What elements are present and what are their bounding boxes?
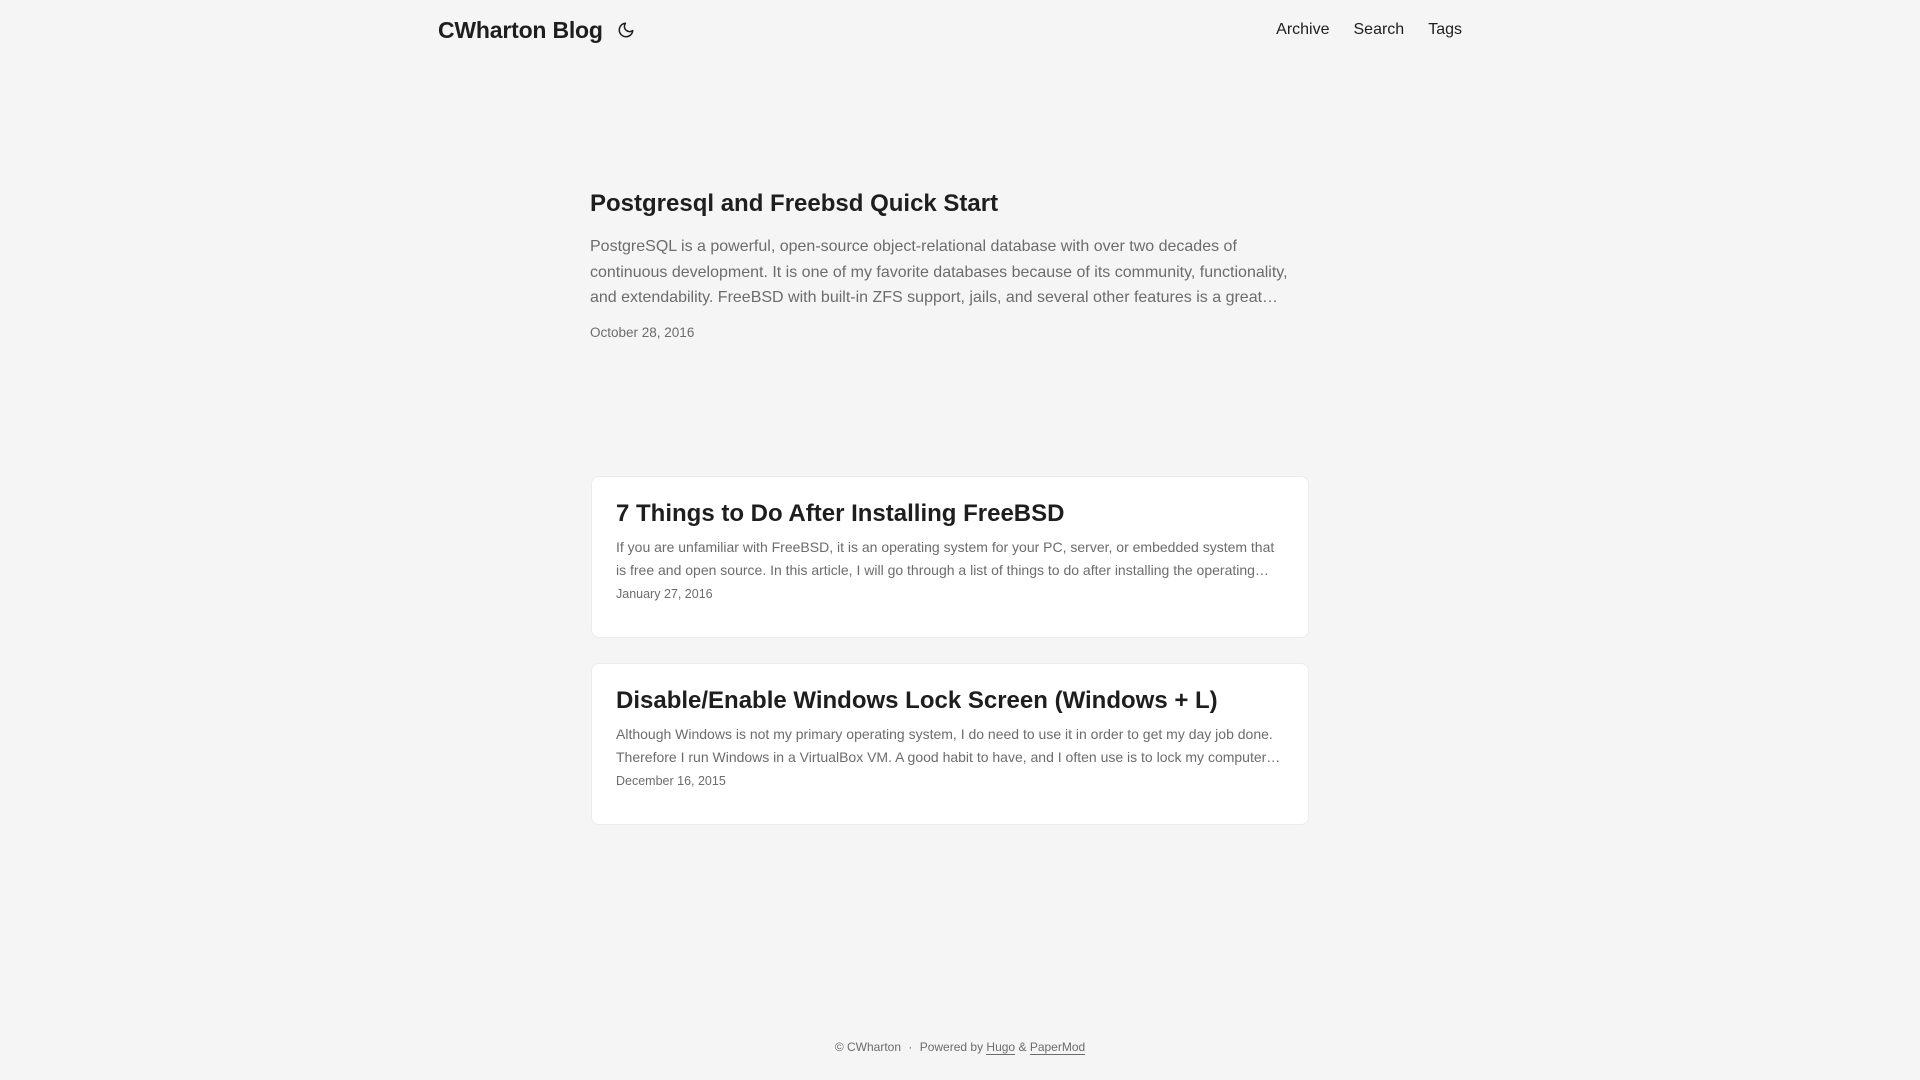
moon-icon[interactable] xyxy=(613,17,639,43)
post-summary: Although Windows is not my primary opera… xyxy=(616,726,1281,765)
first-entry-title[interactable]: Postgresql and Freebsd Quick Start xyxy=(590,186,1310,222)
post-date: December 16, 2015 xyxy=(616,774,726,788)
site-footer: © CWharton · Powered by Hugo & PaperMod xyxy=(0,1040,1920,1055)
first-entry-summary: PostgreSQL is a powerful, open-source ob… xyxy=(590,238,1288,306)
hugo-link[interactable]: Hugo xyxy=(986,1040,1016,1055)
menu-item-tags[interactable]: Tags xyxy=(1428,21,1462,39)
post-title[interactable]: 7 Things to Do After Installing FreeBSD xyxy=(616,499,1284,529)
footer-amp: & xyxy=(1018,1040,1027,1054)
first-entry[interactable]: Postgresql and Freebsd Quick Start Postg… xyxy=(590,186,1310,340)
logo-switches: CWharton Blog xyxy=(438,17,639,44)
post-title[interactable]: Disable/Enable Windows Lock Screen (Wind… xyxy=(616,686,1284,716)
papermod-link[interactable]: PaperMod xyxy=(1029,1040,1086,1055)
footer-copyright: © CWharton xyxy=(834,1040,902,1054)
main-menu: Archive Search Tags xyxy=(1276,21,1462,39)
post-card[interactable]: Disable/Enable Windows Lock Screen (Wind… xyxy=(591,663,1309,825)
first-entry-date: October 28, 2016 xyxy=(590,324,695,340)
menu-item-archive[interactable]: Archive xyxy=(1276,21,1329,39)
site-logo[interactable]: CWharton Blog xyxy=(438,17,603,44)
menu-item-search[interactable]: Search xyxy=(1354,21,1405,39)
post-summary: If you are unfamiliar with FreeBSD, it i… xyxy=(616,539,1275,578)
footer-separator: · xyxy=(908,1040,913,1054)
footer-powered-by: Powered by xyxy=(919,1040,984,1054)
post-date: January 27, 2016 xyxy=(616,587,713,601)
site-header: CWharton Blog Archive Search Tags xyxy=(438,0,1462,60)
post-card[interactable]: 7 Things to Do After Installing FreeBSD … xyxy=(591,476,1309,638)
